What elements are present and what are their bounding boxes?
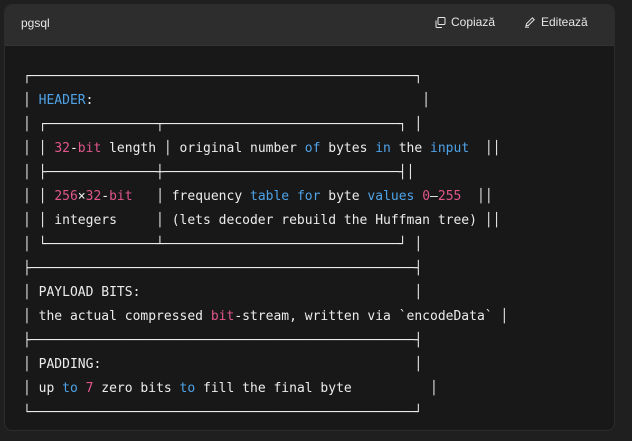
code-text: │ │ xyxy=(23,189,55,204)
code-text: │ │ integers │ (lets decoder rebuild the… xyxy=(23,213,501,228)
code-text: byte xyxy=(320,189,368,204)
code-text: - xyxy=(101,189,110,204)
code-text: ││ xyxy=(461,189,493,204)
code-text: -stream, written via `encodeData` │ xyxy=(234,309,509,324)
code-keyword: in xyxy=(375,141,391,156)
code-line: │ up to 7 zero bits to fill the final by… xyxy=(23,377,508,401)
code-keyword: to xyxy=(62,381,78,396)
code-number: 256 xyxy=(54,189,78,204)
edit-button[interactable]: Editează xyxy=(524,15,588,29)
code-line: │ │ 32-bit length │ original number of b… xyxy=(23,137,508,161)
code-line: │ │ integers │ (lets decoder rebuild the… xyxy=(23,209,508,233)
code-text: ┌───────────────────────────────────────… xyxy=(23,69,423,84)
code-text: │ └──────────────┴──────────────────────… xyxy=(23,237,423,252)
code-number: bit xyxy=(109,189,133,204)
code-block-panel: pgsql Copiază Editează ┌────────────────… xyxy=(4,4,615,431)
code-text: │ PADDING: │ xyxy=(23,357,423,372)
code-line: │ └──────────────┴──────────────────────… xyxy=(23,233,508,257)
code-text: │ PAYLOAD BITS: │ xyxy=(23,285,423,300)
code-keyword: table xyxy=(250,189,290,204)
code-text: – xyxy=(430,189,438,204)
edit-pencil-icon xyxy=(525,17,535,28)
code-number: 32 xyxy=(54,141,70,156)
code-text: │ ├──────────────┼──────────────────────… xyxy=(23,165,415,180)
code-text: : │ xyxy=(85,93,430,108)
code-line: ┌───────────────────────────────────────… xyxy=(23,65,508,89)
code-block-header: pgsql Copiază Editează xyxy=(5,5,614,46)
code-text: fill the final byte │ xyxy=(195,381,438,396)
code-text: the xyxy=(390,141,431,156)
code-text: │ up xyxy=(23,381,63,396)
code-text: length │ original number xyxy=(101,141,305,156)
code-line: │ the actual compressed bit-stream, writ… xyxy=(23,305,508,329)
code-keyword: of xyxy=(304,141,321,156)
code-line: │ PADDING: │ xyxy=(23,353,508,377)
code-number: 32 xyxy=(85,189,102,204)
code-text: │ xyxy=(23,93,39,108)
code-text: │ ┌──────────────┬──────────────────────… xyxy=(23,117,423,132)
copy-label: Copiază xyxy=(451,15,496,29)
code-text: ├───────────────────────────────────────… xyxy=(23,261,423,276)
code-line: ├───────────────────────────────────────… xyxy=(23,329,508,353)
code-text: ├───────────────────────────────────────… xyxy=(23,333,423,348)
code-line: │ ┌──────────────┬──────────────────────… xyxy=(23,113,508,137)
code-keyword: HEADER xyxy=(38,93,86,108)
code-text: - xyxy=(69,141,78,156)
edit-label: Editează xyxy=(541,15,588,29)
code-line: │ PAYLOAD BITS: │ xyxy=(23,281,508,305)
code-content: ┌───────────────────────────────────────… xyxy=(23,65,508,425)
code-keyword: input xyxy=(430,141,470,156)
code-text: bytes xyxy=(320,141,376,156)
language-label: pgsql xyxy=(21,16,50,30)
code-line: │ HEADER: │ xyxy=(23,89,508,113)
code-number: bit xyxy=(77,141,102,156)
code-line: │ │ 256×32-bit │ frequency table for byt… xyxy=(23,185,508,209)
code-keyword: to xyxy=(179,381,196,396)
code-line: ├───────────────────────────────────────… xyxy=(23,257,508,281)
code-text: zero bits xyxy=(93,381,180,396)
code-line: └───────────────────────────────────────… xyxy=(23,401,508,425)
code-line: │ ├──────────────┼──────────────────────… xyxy=(23,161,508,185)
copy-button[interactable]: Copiază xyxy=(435,15,495,29)
code-keyword: values xyxy=(367,189,415,204)
code-text: │ │ xyxy=(23,141,55,156)
code-text: × xyxy=(77,189,86,204)
code-text: └───────────────────────────────────────… xyxy=(23,405,423,420)
code-number: 255 xyxy=(437,189,462,204)
code-keyword: for xyxy=(296,189,321,204)
copy-icon xyxy=(435,16,446,28)
code-number: bit xyxy=(210,309,235,324)
code-text: │ the actual compressed xyxy=(23,309,211,324)
code-text: │ frequency xyxy=(132,189,250,204)
code-number: 0 xyxy=(422,189,431,204)
code-text: ││ xyxy=(469,141,501,156)
